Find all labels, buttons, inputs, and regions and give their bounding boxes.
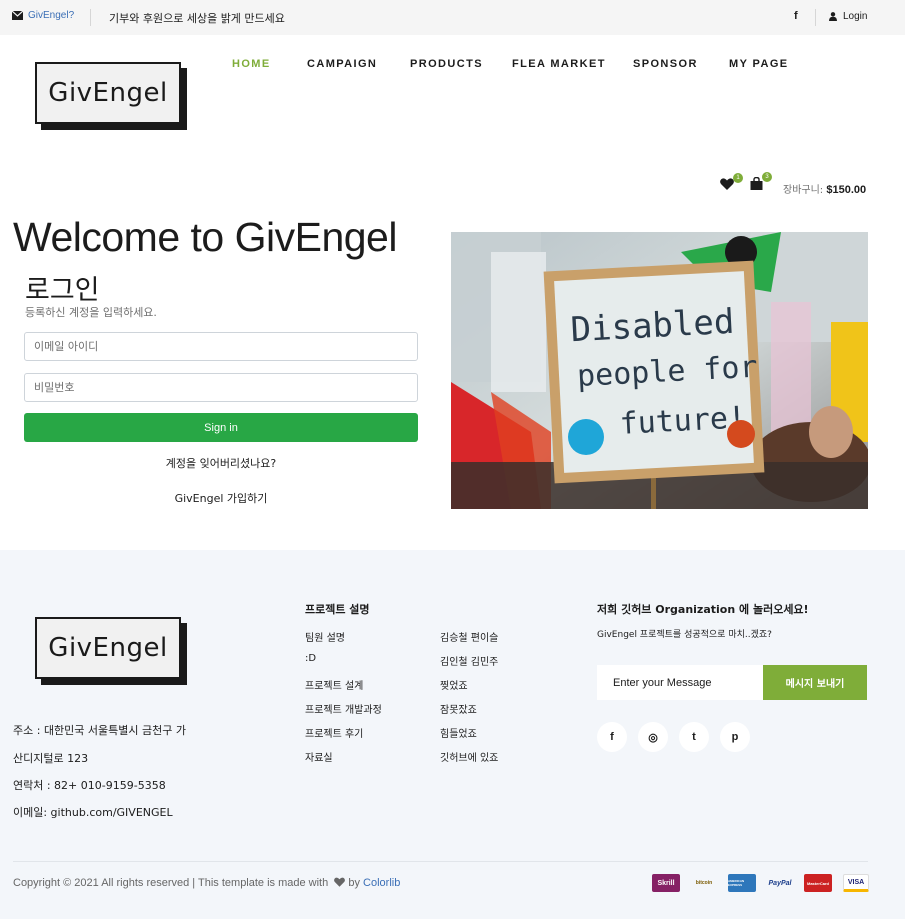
shopping-bag-icon xyxy=(750,176,763,190)
paypal-icon: PayPal xyxy=(768,879,792,887)
copyright: Copyright © 2021 All rights reserved | T… xyxy=(13,877,400,889)
footer-link[interactable]: 프로젝트 후기 xyxy=(305,725,363,740)
footer-link[interactable]: 김승철 편이슬 xyxy=(440,629,498,644)
heart-icon xyxy=(334,877,346,887)
header-motto: 기부와 후원으로 세상을 밝게 만드세요 xyxy=(109,12,285,25)
footer-link[interactable]: :D xyxy=(305,653,316,664)
cart-label: 장바구니: xyxy=(783,185,824,196)
header-email-label[interactable]: GivEngel? xyxy=(28,10,74,21)
header-cart: 1 3 xyxy=(720,172,779,194)
colorlib-link[interactable]: Colorlib xyxy=(363,877,400,889)
footer-email: 이메일: github.com/GIVENGEL xyxy=(13,806,173,819)
copyright-text: Copyright © 2021 All rights reserved | T… xyxy=(13,877,329,889)
hero-image: Disabled people for future! xyxy=(451,232,868,509)
divider xyxy=(815,9,816,26)
nav-sponsor[interactable]: SPONSOR xyxy=(633,58,698,70)
logo-text: GivEngel xyxy=(35,62,181,124)
message-form: 메시지 보내기 xyxy=(597,665,867,700)
cart-total: $150.00 xyxy=(826,184,867,196)
instagram-icon[interactable]: ◎ xyxy=(638,722,668,752)
project-heading: 프로젝트 설명 xyxy=(305,603,370,616)
join-link[interactable]: GivEngel 가입하기 xyxy=(24,490,418,506)
nav-flea-market[interactable]: FLEA MARKET xyxy=(512,58,606,70)
footer-address-line: 산디지털로 123 xyxy=(13,752,89,765)
org-heading: 저희 깃허브 Organization 에 놀러오세요! xyxy=(597,603,809,616)
footer-logo[interactable]: GivEngel xyxy=(35,617,187,685)
signin-button[interactable]: Sign in xyxy=(24,413,418,442)
email-field[interactable] xyxy=(24,332,418,361)
divider xyxy=(90,9,91,26)
password-field[interactable] xyxy=(24,373,418,402)
envelope-icon xyxy=(12,11,23,20)
login-label[interactable]: Login xyxy=(843,11,867,22)
nav-home[interactable]: HOME xyxy=(232,58,271,70)
protest-sign-illustration: Disabled people for future! xyxy=(451,232,868,509)
org-description: GivEngel 프로젝트를 성공적으로 마치..겠죠? xyxy=(597,630,772,640)
footer-link[interactable]: 프로젝트 설계 xyxy=(305,677,363,692)
login-link[interactable]: Login xyxy=(829,11,867,22)
visa-icon: VISA xyxy=(843,874,869,892)
page-title: Welcome to GivEngel xyxy=(13,214,397,260)
footer-phone: 연락처 : 82+ 010-9159-5358 xyxy=(13,779,166,792)
footer-link[interactable]: 잠못잤죠 xyxy=(440,701,477,716)
wishlist-count-badge: 1 xyxy=(733,172,743,183)
forgot-account-link[interactable]: 계정을 잊어버리셨나요? xyxy=(24,455,418,471)
mastercard-icon: MasterCard xyxy=(804,874,832,892)
footer-link[interactable]: 힘들었죠 xyxy=(440,725,477,740)
facebook-icon[interactable]: f xyxy=(794,10,798,22)
footer-address-line: 주소 : 대한민국 서울특별시 금천구 가 xyxy=(13,724,186,737)
footer-link[interactable]: 깃허브에 있죠 xyxy=(440,749,498,764)
nav-campaign[interactable]: CAMPAIGN xyxy=(307,58,377,70)
footer-link[interactable]: 찢었죠 xyxy=(440,677,468,692)
amex-icon: AMERICAN EXPRESS xyxy=(728,874,756,892)
footer-link[interactable]: 팀원 설명 xyxy=(305,629,345,644)
user-icon xyxy=(829,12,837,21)
site-logo[interactable]: GivEngel xyxy=(35,62,187,130)
heart-icon xyxy=(720,177,734,190)
nav-my-page[interactable]: MY PAGE xyxy=(729,58,789,70)
footer-link[interactable]: 김인철 김민주 xyxy=(440,653,498,668)
skrill-icon: Skrill xyxy=(652,874,680,892)
login-heading: 로그인 xyxy=(25,275,100,306)
payment-methods: Skrill bitcoin AMERICAN EXPRESS PayPal M… xyxy=(652,874,880,892)
top-bar: GivEngel? 기부와 후원으로 세상을 밝게 만드세요 f Login xyxy=(0,0,905,35)
sign-line-1: Disabled xyxy=(570,302,736,351)
header-email[interactable]: GivEngel? xyxy=(12,10,74,21)
send-message-button[interactable]: 메시지 보내기 xyxy=(763,665,867,700)
facebook-icon[interactable]: f xyxy=(597,722,627,752)
twitter-icon[interactable]: t xyxy=(679,722,709,752)
login-subtitle: 등록하신 계정을 입력하세요. xyxy=(25,306,157,319)
footer-logo-text: GivEngel xyxy=(35,617,181,679)
bitcoin-icon: bitcoin xyxy=(695,880,713,886)
cart-summary: 장바구니: $150.00 xyxy=(783,181,866,196)
copyright-by: by xyxy=(345,877,364,889)
footer-link[interactable]: 자료실 xyxy=(305,749,333,764)
nav-products[interactable]: PRODUCTS xyxy=(410,58,483,70)
pinterest-icon[interactable]: p xyxy=(720,722,750,752)
message-input[interactable] xyxy=(597,665,763,700)
footer-divider xyxy=(13,861,868,862)
wishlist-button[interactable]: 1 xyxy=(720,172,743,194)
footer-link[interactable]: 프로젝트 개발과정 xyxy=(305,701,382,716)
cart-count-badge: 3 xyxy=(762,172,772,182)
cart-button[interactable]: 3 xyxy=(750,172,772,194)
